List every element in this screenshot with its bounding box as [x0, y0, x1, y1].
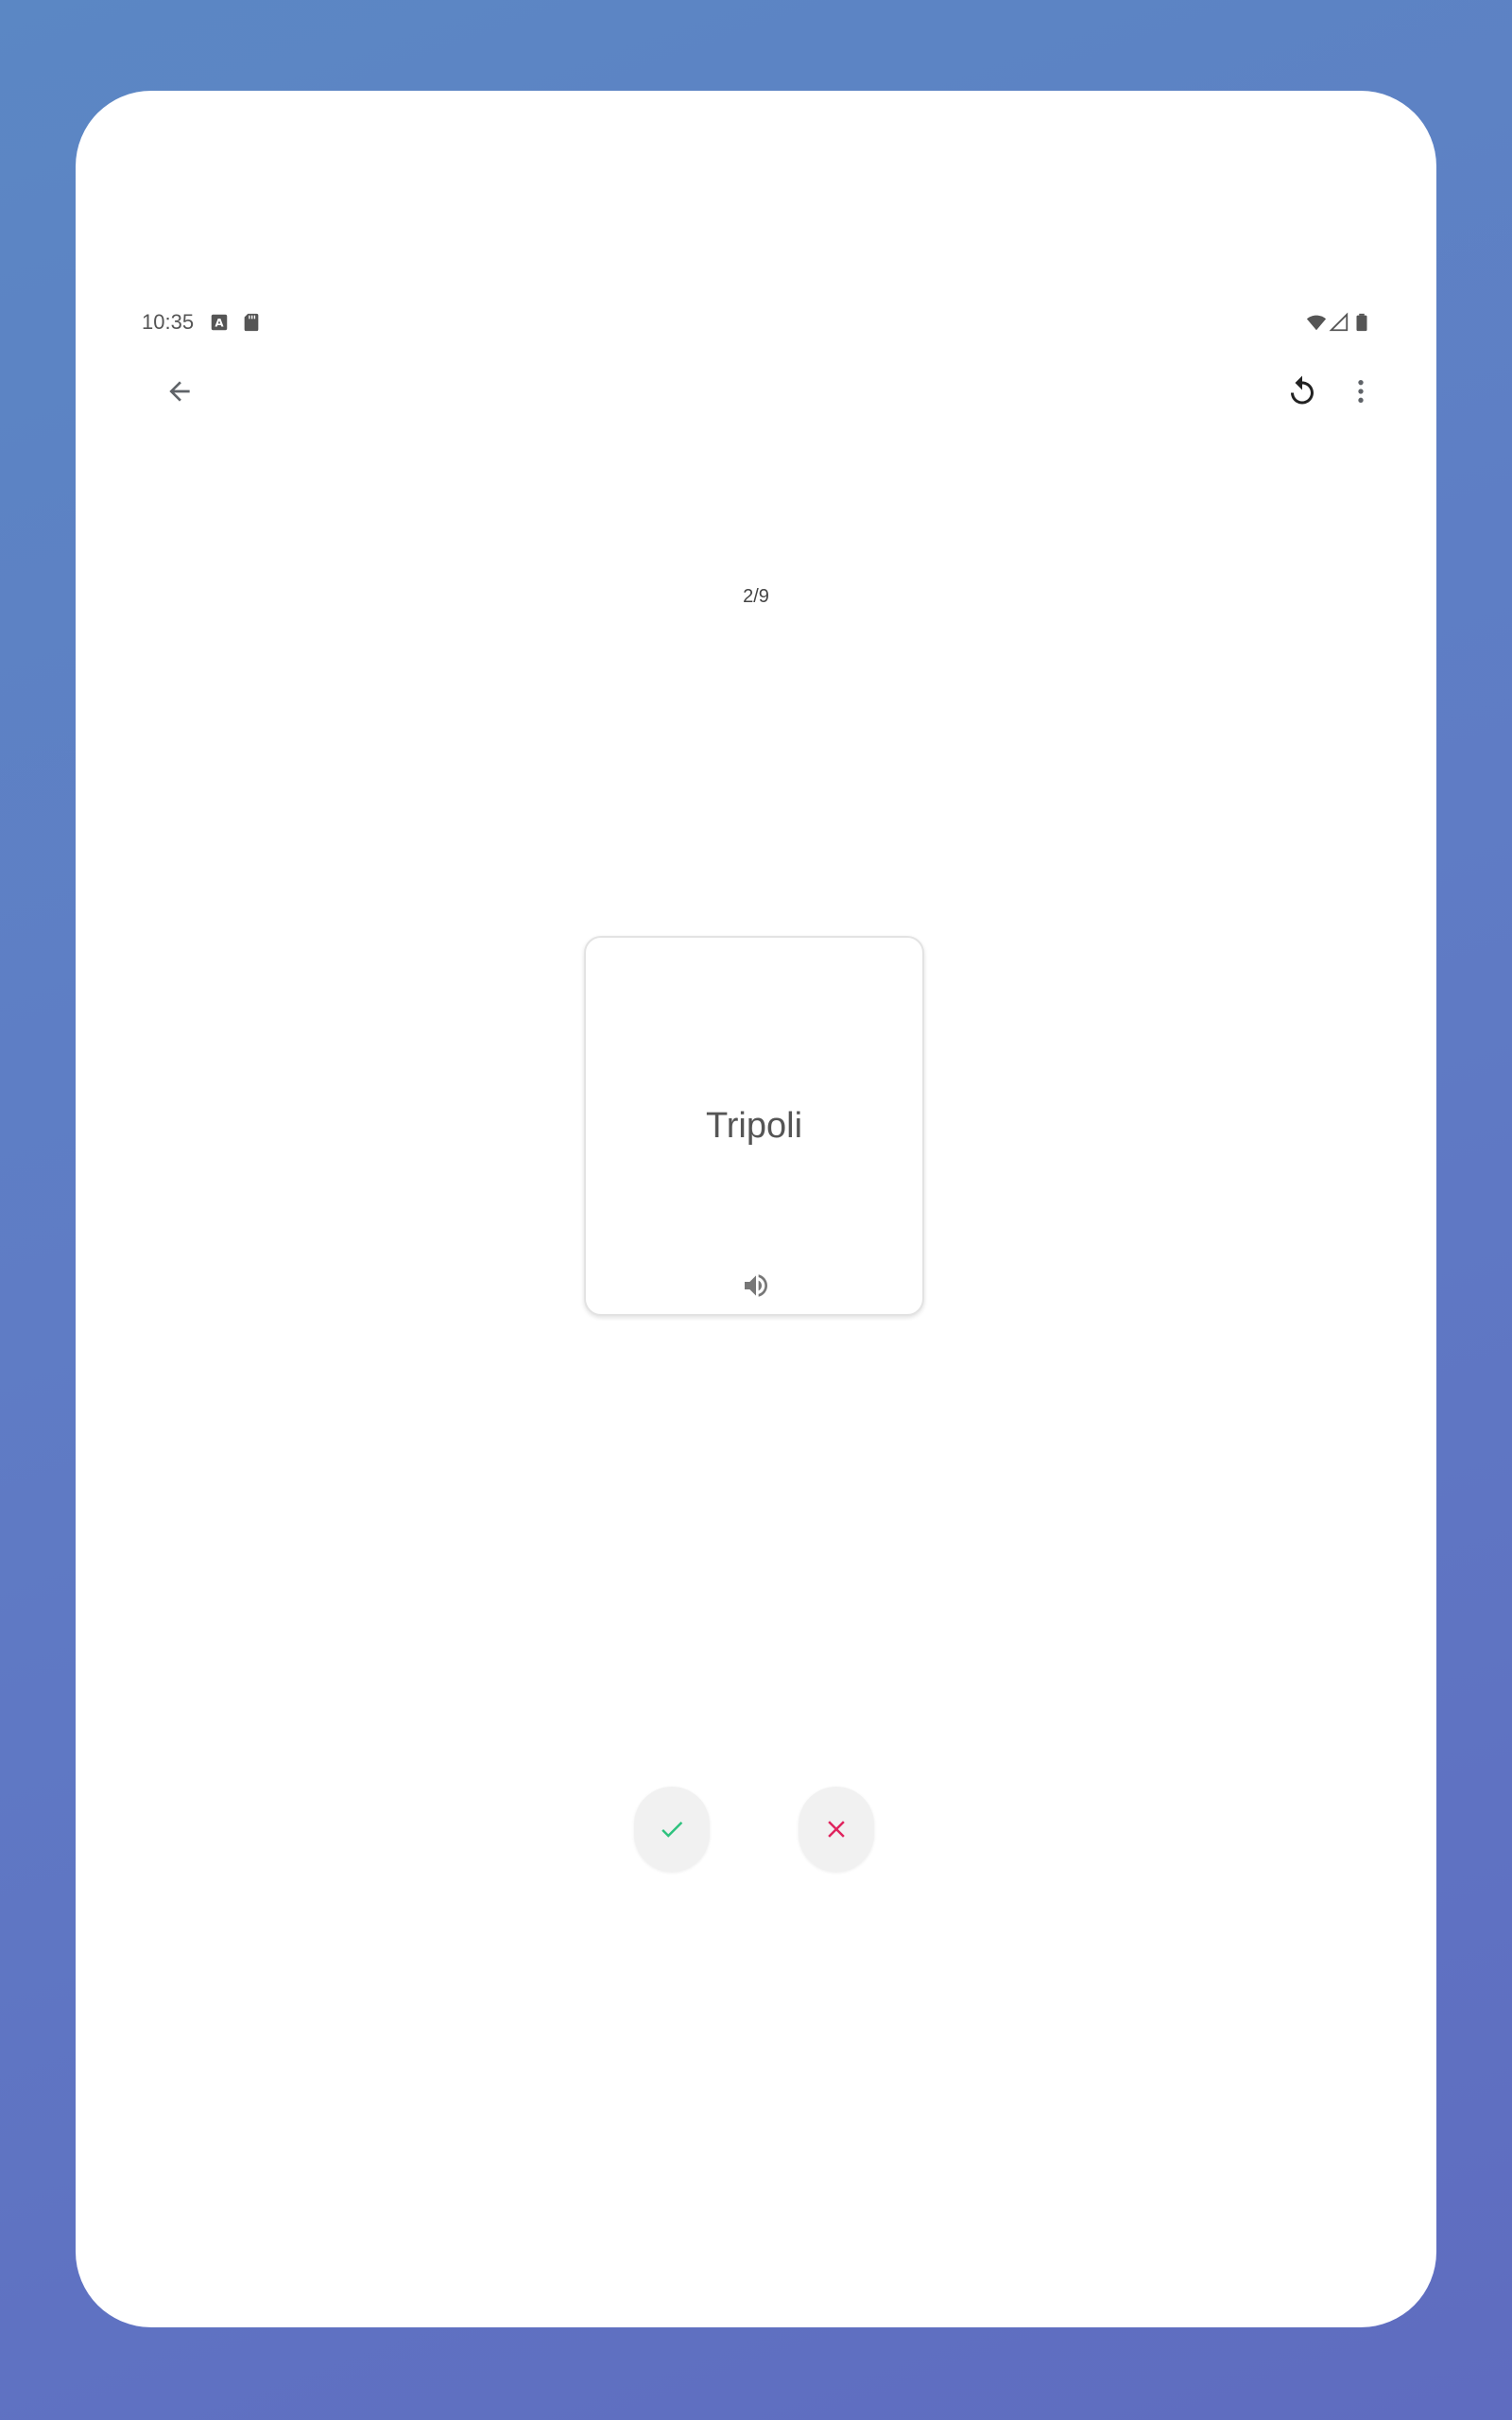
- flashcard[interactable]: Tripoli: [584, 936, 924, 1316]
- more-vert-icon: [1358, 380, 1364, 403]
- refresh-button[interactable]: [1272, 361, 1332, 422]
- signal-icon: [1329, 312, 1349, 333]
- wifi-icon: [1306, 312, 1327, 333]
- wrong-button[interactable]: [799, 1787, 874, 1872]
- sd-card-icon: [241, 312, 262, 333]
- card-word: Tripoli: [705, 1106, 803, 1146]
- arrow-back-icon: [169, 381, 190, 402]
- device-screen: 10:35 A 2/9 Tripoli: [76, 91, 1436, 2327]
- a-icon: A: [209, 312, 230, 333]
- app-bar: [76, 346, 1436, 437]
- status-bar: 10:35 A: [76, 301, 1436, 350]
- back-button[interactable]: [149, 361, 210, 422]
- correct-button[interactable]: [634, 1787, 710, 1872]
- close-icon: [828, 1821, 845, 1838]
- status-time: 10:35: [142, 310, 195, 334]
- battery-icon: [1351, 312, 1372, 333]
- more-options-button[interactable]: [1331, 361, 1391, 422]
- speaker-icon[interactable]: [741, 1270, 771, 1301]
- refresh-icon: [1291, 375, 1314, 405]
- progress-counter: 2/9: [743, 586, 769, 607]
- check-icon: [662, 1822, 683, 1838]
- svg-text:A: A: [215, 317, 224, 330]
